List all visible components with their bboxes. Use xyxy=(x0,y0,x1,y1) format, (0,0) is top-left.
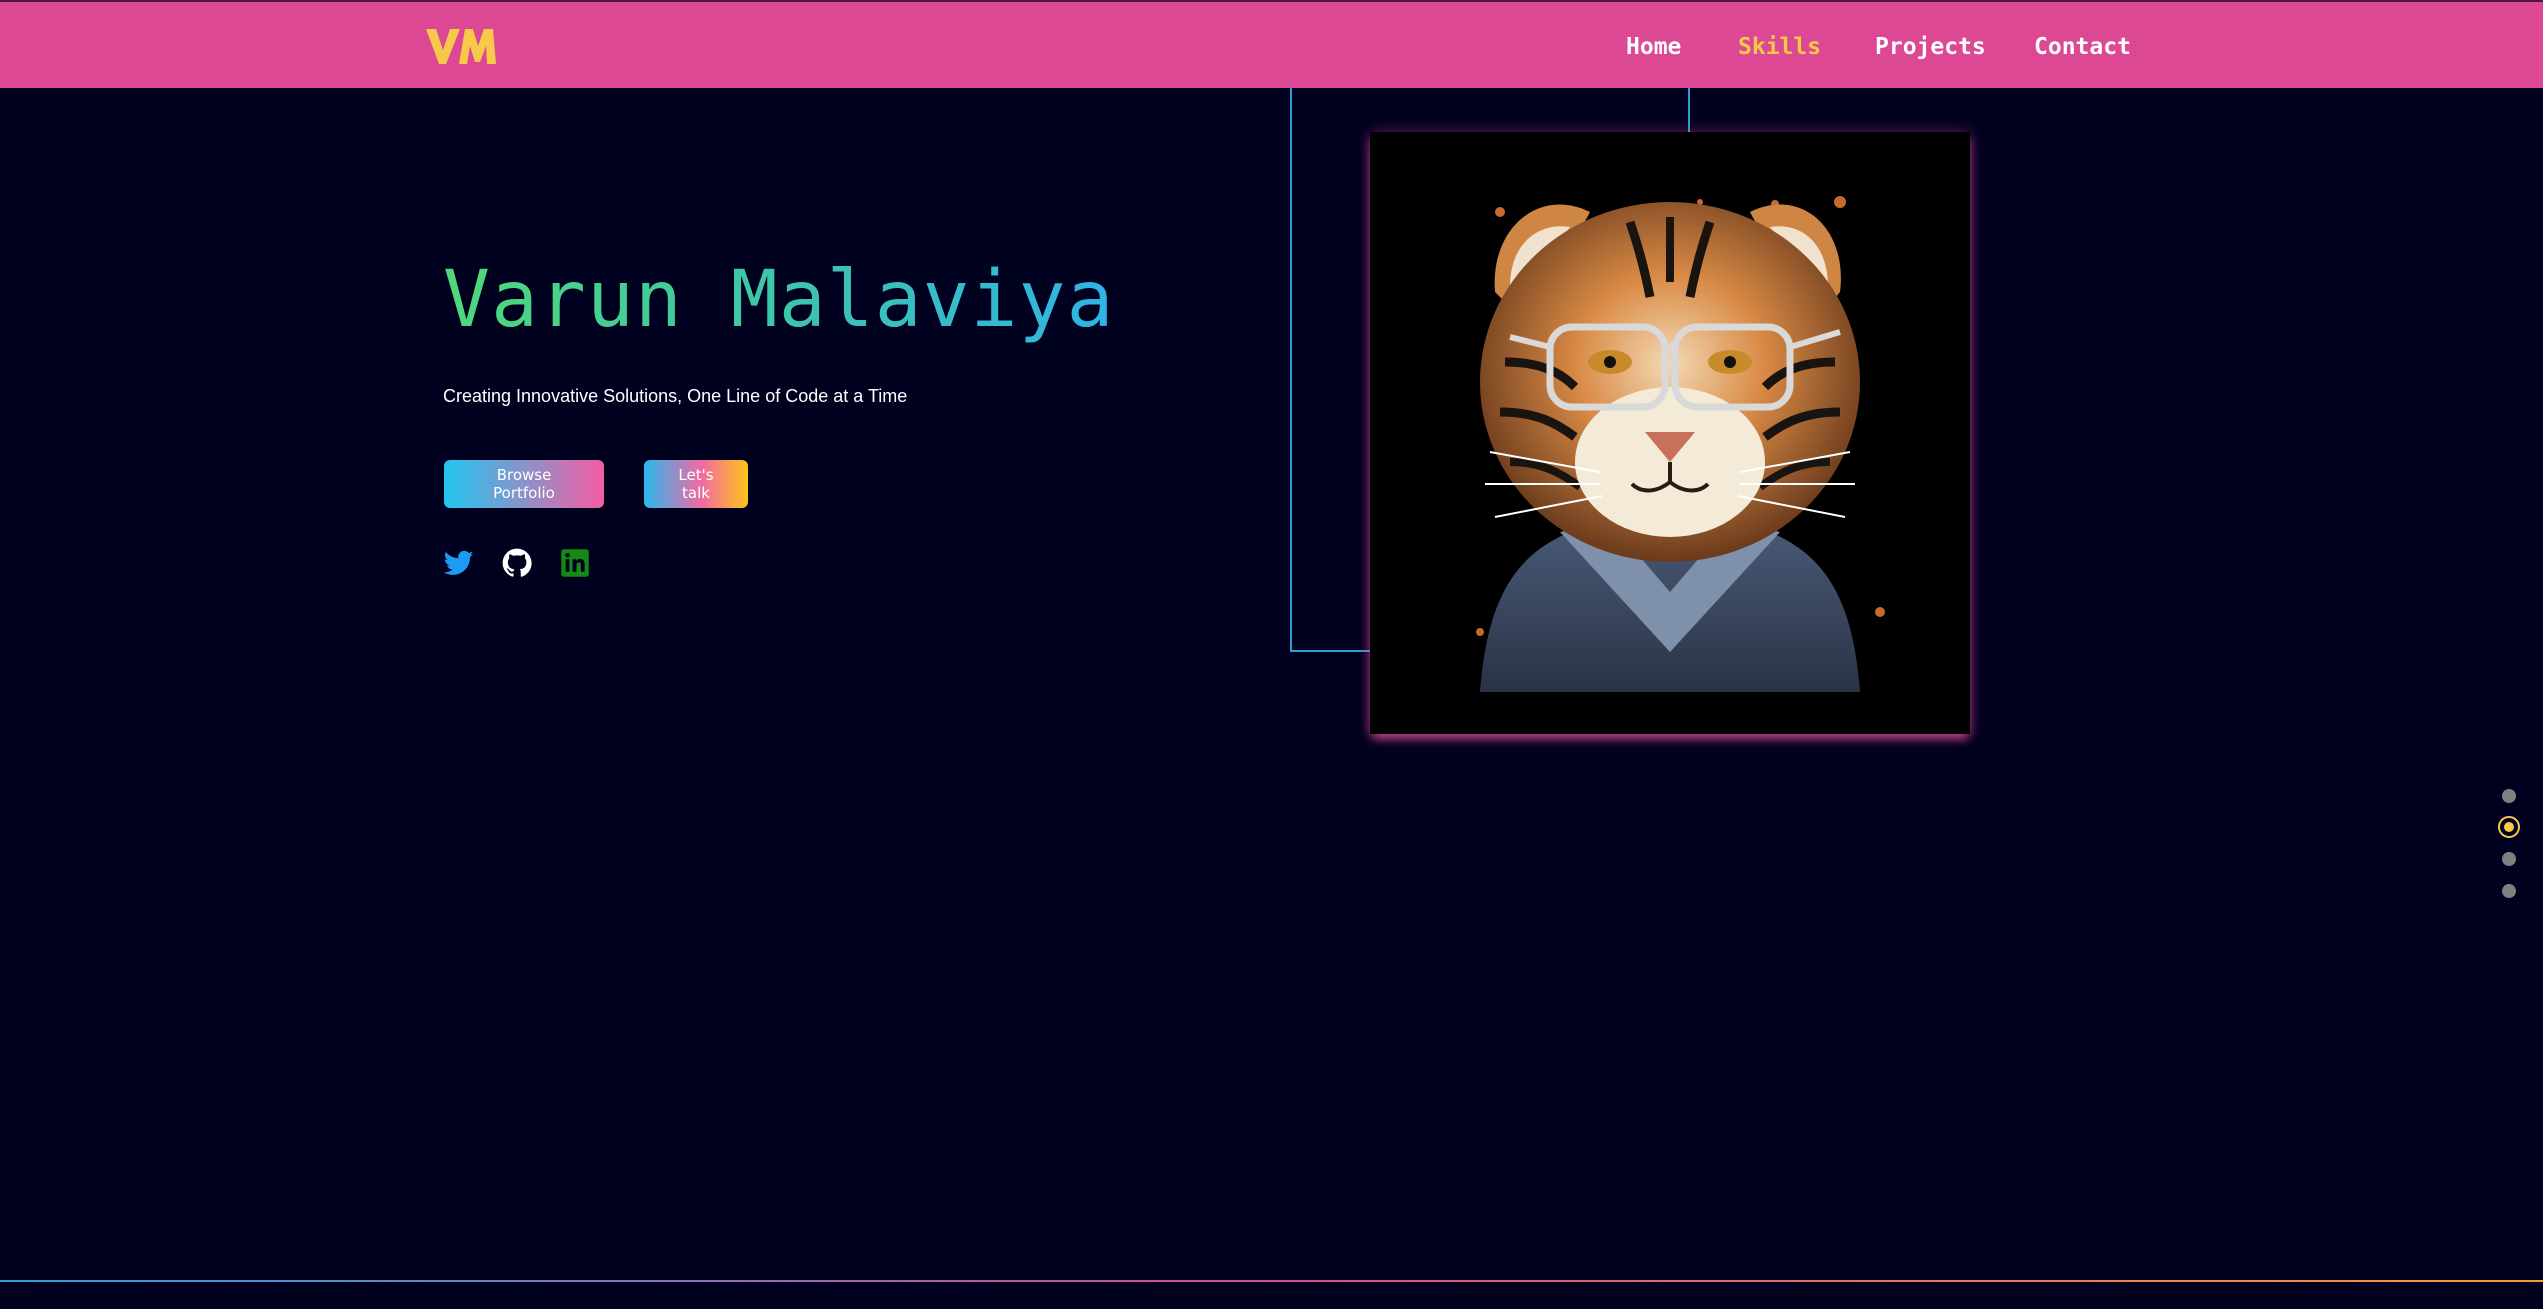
nav-skills[interactable]: Skills xyxy=(1738,32,1821,62)
tiger-portrait xyxy=(1370,132,1970,734)
navbar: Home Skills Projects Contact xyxy=(0,0,2543,88)
browse-portfolio-button[interactable]: Browse Portfolio xyxy=(444,460,604,508)
tiger-illustration xyxy=(1476,196,1885,692)
hero-name: Varun Malaviya xyxy=(443,248,1114,352)
vm-logo-mark xyxy=(426,29,496,64)
bottom-divider xyxy=(0,1280,2543,1282)
vm-logo[interactable] xyxy=(423,22,499,70)
section-dot-2[interactable] xyxy=(2498,816,2520,838)
linkedin-icon[interactable] xyxy=(560,548,590,578)
nav-projects[interactable]: Projects xyxy=(1875,32,1986,62)
decorative-line xyxy=(1290,650,1370,652)
nav-home[interactable]: Home xyxy=(1626,32,1681,62)
twitter-icon[interactable] xyxy=(443,548,474,578)
lets-talk-button[interactable]: Let's talk xyxy=(644,460,748,508)
hero-tagline: Creating Innovative Solutions, One Line … xyxy=(443,386,908,406)
decorative-line xyxy=(1290,88,1292,652)
nav-contact[interactable]: Contact xyxy=(2034,32,2131,62)
section-dot-4[interactable] xyxy=(2502,884,2516,898)
section-dot-3[interactable] xyxy=(2502,852,2516,866)
decorative-line xyxy=(1688,88,1690,132)
section-dot-1[interactable] xyxy=(2502,789,2516,803)
github-icon[interactable] xyxy=(502,548,532,578)
